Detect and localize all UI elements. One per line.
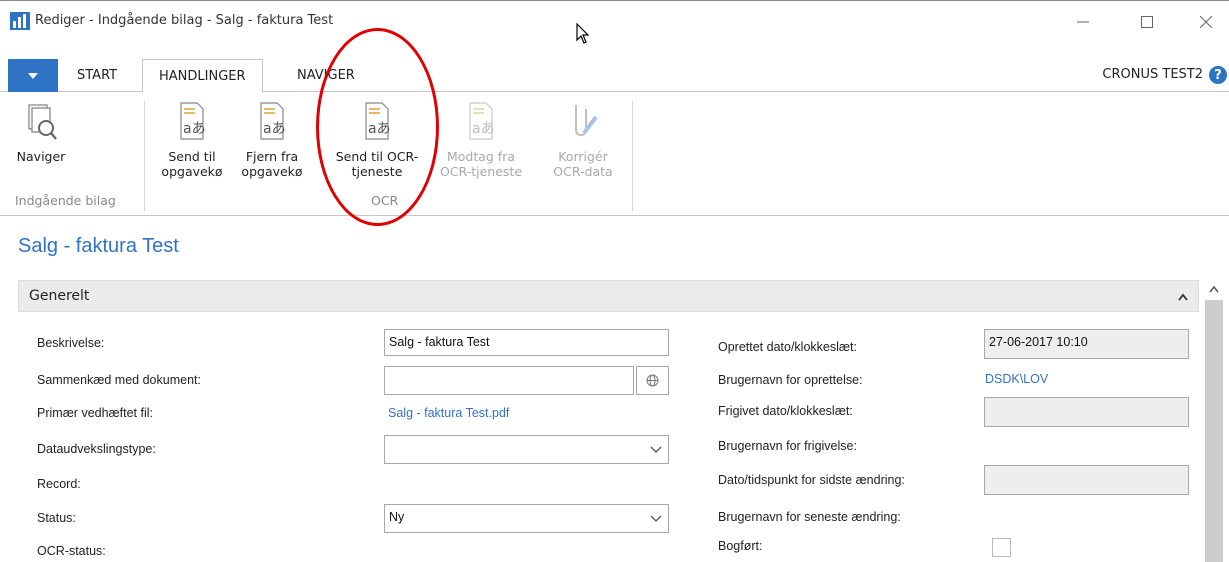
- minimize-icon: [1077, 21, 1089, 23]
- sammenkaed-label: Sammenkæd med dokument:: [37, 373, 201, 387]
- group-separator: [632, 101, 633, 211]
- section-title: Generelt: [29, 288, 90, 304]
- translate-document-icon: aあ: [180, 102, 206, 140]
- group-separator: [144, 101, 145, 211]
- mouse-cursor-icon: [576, 23, 590, 44]
- ribbon-panel: Naviger aあ Send til opgavekø aあ Fjern fr…: [0, 93, 1229, 216]
- dato-aendring-field[interactable]: [984, 465, 1189, 495]
- bogfort-checkbox[interactable]: [992, 538, 1011, 557]
- globe-icon: [646, 374, 659, 387]
- navigate-magnifier-icon: [28, 104, 57, 140]
- frigivet-field[interactable]: [984, 397, 1189, 427]
- fjern-fra-line1: Fjern fra: [245, 149, 299, 164]
- page-title: Salg - faktura Test: [18, 235, 179, 257]
- window-title: Rediger - Indgående bilag - Salg - faktu…: [35, 13, 334, 28]
- brugernavn-oprettelse-link[interactable]: DSDK\LOV: [985, 372, 1048, 386]
- vertical-scrollbar[interactable]: [1204, 280, 1224, 562]
- group-label-indgaende: Indgående bilag: [15, 193, 116, 208]
- send-til-line1: Send til: [168, 149, 216, 164]
- scrollbar-thumb[interactable]: [1205, 300, 1223, 562]
- application-menu-button[interactable]: [8, 59, 58, 92]
- dynamics-nav-icon: [10, 12, 30, 30]
- dropdown-arrow-icon: [28, 72, 38, 79]
- maximize-icon: [1141, 16, 1153, 28]
- scroll-up-icon[interactable]: [1204, 280, 1224, 298]
- frigivet-label: Frigivet dato/klokkeslæt:: [718, 404, 853, 418]
- oprettet-label: Oprettet dato/klokkeslæt:: [718, 340, 857, 354]
- maximize-button[interactable]: [1124, 7, 1170, 37]
- translate-document-icon: aあ: [469, 102, 495, 140]
- fjern-fra-line2: opgavekø: [241, 164, 303, 179]
- highlight-annotation: [316, 28, 439, 226]
- close-icon: [1200, 16, 1212, 28]
- collapse-chevron-icon[interactable]: [1178, 293, 1188, 301]
- korriger-line1: Korrigér: [558, 149, 608, 164]
- brugernavn-oprettelse-label: Brugernavn for oprettelse:: [718, 373, 863, 387]
- bogfort-label: Bogført:: [718, 539, 763, 553]
- naviger-button[interactable]: Naviger: [16, 99, 66, 164]
- modtag-line1: Modtag fra: [446, 149, 516, 164]
- status-label: Status:: [37, 511, 76, 525]
- status-value: Ny: [389, 510, 405, 524]
- dataudveksling-dropdown[interactable]: [384, 435, 669, 464]
- ribbon-tabs: START HANDLINGER NAVIGER CRONUS TEST2 ?: [0, 59, 1229, 93]
- korriger-line2: OCR-data: [553, 164, 613, 179]
- korriger-ocr-data-button[interactable]: Korrigér OCR-data: [544, 99, 622, 179]
- send-til-line2: opgavekø: [161, 164, 223, 179]
- svg-text:aあ: aあ: [183, 121, 206, 137]
- svg-text:aあ: aあ: [263, 121, 286, 137]
- dataudveksling-label: Dataudvekslingstype:: [37, 442, 156, 456]
- minimize-button[interactable]: [1060, 7, 1106, 37]
- app-window: Rediger - Indgående bilag - Salg - faktu…: [0, 0, 1229, 562]
- brugernavn-frigivelse-label: Brugernavn for frigivelse:: [718, 439, 857, 453]
- translate-document-icon: aあ: [260, 102, 286, 140]
- ocr-status-label: OCR-status:: [37, 544, 106, 558]
- beskrivelse-field[interactable]: Salg - faktura Test: [384, 329, 669, 356]
- primaer-file-link[interactable]: Salg - faktura Test.pdf: [388, 406, 509, 420]
- modtag-line2: OCR-tjeneste: [439, 164, 523, 179]
- paperclip-edit-icon: [575, 105, 598, 137]
- close-button[interactable]: [1183, 7, 1229, 37]
- send-til-opgavekoe-button[interactable]: aあ Send til opgavekø: [160, 99, 224, 179]
- dato-aendring-label: Dato/tidspunkt for sidste ændring:: [718, 473, 905, 487]
- oprettet-field[interactable]: 27-06-2017 10:10: [984, 329, 1189, 359]
- beskrivelse-label: Beskrivelse:: [37, 336, 105, 350]
- fjern-fra-opgavekoe-button[interactable]: aあ Fjern fra opgavekø: [238, 99, 306, 179]
- chevron-down-icon: [650, 446, 662, 453]
- chevron-down-icon: [650, 515, 662, 522]
- title-bar: Rediger - Indgående bilag - Salg - faktu…: [0, 1, 1229, 44]
- record-label: Record:: [37, 477, 81, 491]
- tab-start[interactable]: START: [77, 59, 117, 92]
- brugernavn-aendring-label: Brugernavn for seneste ændring:: [718, 510, 901, 524]
- lookup-button[interactable]: [636, 366, 669, 395]
- modtag-fra-ocr-button[interactable]: aあ Modtag fra OCR-tjeneste: [436, 99, 526, 179]
- help-icon[interactable]: ?: [1209, 66, 1227, 84]
- status-dropdown[interactable]: Ny: [384, 504, 669, 533]
- tab-handlinger[interactable]: HANDLINGER: [142, 59, 263, 93]
- svg-text:aあ: aあ: [472, 121, 495, 137]
- naviger-label: Naviger: [16, 149, 66, 164]
- primaer-label: Primær vedhæftet fil:: [37, 406, 154, 420]
- section-header-generelt[interactable]: Generelt: [18, 280, 1199, 312]
- sammenkaed-field[interactable]: [384, 366, 634, 395]
- company-name[interactable]: CRONUS TEST2: [1102, 67, 1203, 82]
